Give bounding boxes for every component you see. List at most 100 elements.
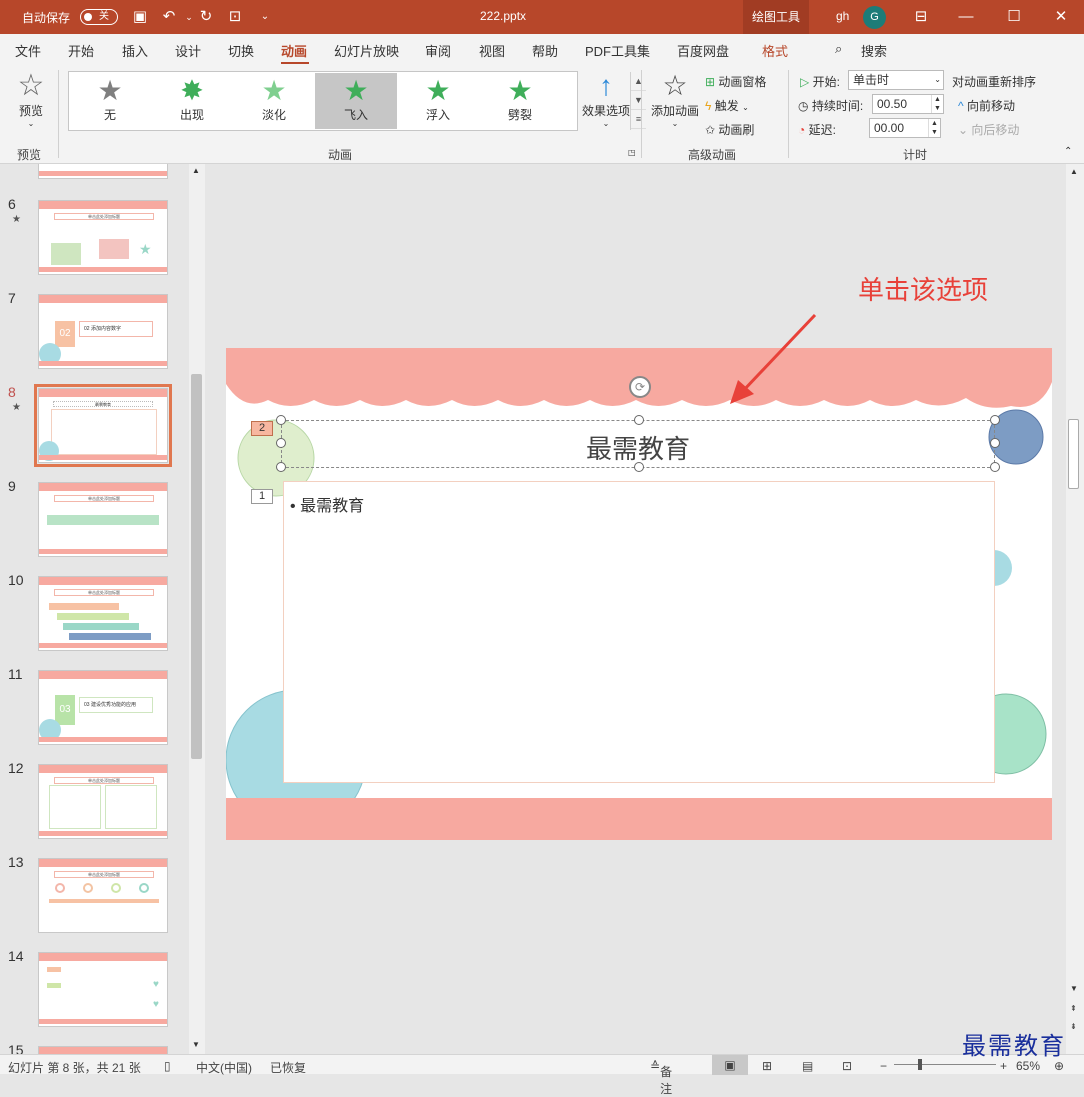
resize-handle[interactable] [990, 462, 1000, 472]
fit-to-window-icon[interactable]: ⊕ [1054, 1059, 1064, 1073]
tab-baidu-netdisk[interactable]: 百度网盘 [677, 41, 729, 60]
thumbnail-slide-14[interactable]: ♥ ♥ [38, 952, 168, 1027]
resize-handle[interactable] [990, 415, 1000, 425]
anim-none[interactable]: ★ 无 [69, 73, 151, 129]
scrollbar-thumb[interactable] [1068, 419, 1079, 489]
collapse-ribbon-icon[interactable]: ⌃ [1064, 146, 1072, 157]
tab-transitions[interactable]: 切换 [228, 41, 254, 60]
spinner-arrows-icon[interactable]: ▲ ▼ [931, 95, 943, 113]
preview-button[interactable]: ☆ 预览 ⌄ [12, 70, 50, 134]
tab-review[interactable]: 审阅 [425, 41, 451, 60]
language-indicator[interactable]: 中文(中国) [196, 1059, 252, 1076]
effect-options-button[interactable]: ↑ 效果选项 ⌄ [580, 70, 632, 140]
tab-file[interactable]: 文件 [15, 41, 41, 60]
normal-view-icon[interactable]: ▣ [712, 1055, 748, 1075]
anim-split[interactable]: ★ 劈裂 [479, 73, 561, 129]
tab-help[interactable]: 帮助 [532, 41, 558, 60]
add-animation-button[interactable]: ☆ 添加动画 ⌄ [648, 70, 702, 140]
thumbnail-slide-5[interactable] [38, 164, 168, 179]
animation-order-tag[interactable]: 2 [251, 421, 273, 436]
redo-icon[interactable]: ↻ [197, 8, 215, 26]
zoom-slider-thumb[interactable] [918, 1059, 922, 1070]
gallery-down-icon[interactable]: ▼ [631, 91, 646, 110]
tab-design[interactable]: 设计 [175, 41, 201, 60]
slideshow-icon[interactable]: ⊡ [842, 1059, 852, 1073]
thumbnail-slide-10[interactable]: 单击此处添加标题 [38, 576, 168, 651]
zoom-in-icon[interactable]: + [1000, 1059, 1007, 1073]
reading-view-icon[interactable]: ▤ [802, 1059, 813, 1073]
resize-handle[interactable] [634, 415, 644, 425]
delay-input[interactable]: 00.00 ▲ ▼ [869, 118, 941, 138]
animation-painter-button[interactable]: ✩ 动画刷 [705, 121, 754, 138]
animation-pane-button[interactable]: ⊞ 动画窗格 [705, 73, 766, 90]
thumbnail-slide-11[interactable]: 03 03 建设优秀功能的应用 [38, 670, 168, 745]
customize-toolbar-icon[interactable]: ⌄ [256, 8, 274, 26]
scroll-up-icon[interactable]: ▲ [1070, 167, 1078, 176]
animation-order-tag[interactable]: 1 [251, 489, 273, 504]
thumbnail-slide-13[interactable]: 单击此处添加标题 [38, 858, 168, 933]
thumbnail-slide-8[interactable]: 最需教育 [34, 384, 172, 467]
close-icon[interactable]: ✕ [1052, 8, 1070, 26]
undo-icon[interactable]: ↶ [160, 8, 178, 26]
tab-pdf-tools[interactable]: PDF工具集 [585, 41, 650, 60]
undo-dropdown-icon[interactable]: ⌄ [180, 8, 198, 26]
thumbnail-slide-12[interactable]: 单击此处添加标题 [38, 764, 168, 839]
slide-8[interactable]: • 最需教育 最需教育 ⟳ 2 1 [226, 348, 1052, 840]
resize-handle[interactable] [276, 462, 286, 472]
thumbnail-slide-9[interactable]: 单击此处添加标题 [38, 482, 168, 557]
content-box[interactable]: • 最需教育 [283, 481, 995, 783]
thumbnail-slide-7[interactable]: 02 02 添加内容数字 [38, 294, 168, 369]
search-label[interactable]: 搜索 [861, 41, 887, 60]
slide-sorter-icon[interactable]: ⊞ [762, 1059, 772, 1073]
title-box[interactable]: 最需教育 [281, 420, 995, 468]
tab-slideshow[interactable]: 幻灯片放映 [334, 41, 399, 60]
resize-handle[interactable] [276, 415, 286, 425]
thumbnail-slide-6[interactable]: 单击此处添加标题 ★ [38, 200, 168, 275]
anim-appear[interactable]: ✸ 出现 [151, 73, 233, 129]
anim-fade[interactable]: ★ 淡化 [233, 73, 315, 129]
resize-handle[interactable] [276, 438, 286, 448]
scroll-down-icon[interactable]: ▼ [192, 1040, 200, 1049]
present-icon[interactable]: ⊡ [226, 8, 244, 26]
rotate-handle-icon[interactable]: ⟳ [629, 376, 651, 398]
scroll-up-icon[interactable]: ▲ [192, 166, 200, 175]
autosave-toggle[interactable]: 关 [80, 9, 118, 25]
start-select[interactable]: 单击时 ⌄ [848, 70, 944, 90]
search-icon[interactable]: ⌕ [835, 41, 842, 57]
scrollbar-thumb[interactable] [191, 374, 202, 759]
tab-insert[interactable]: 插入 [122, 41, 148, 60]
move-later-button[interactable]: ⌄ 向后移动 [958, 121, 1019, 138]
reorder-label: 对动画重新排序 [952, 75, 1037, 89]
gallery-more-icon[interactable]: ≡ [631, 110, 646, 129]
zoom-level[interactable]: 65% [1016, 1059, 1040, 1073]
scroll-down-icon[interactable]: ▼ [1070, 984, 1078, 993]
duration-input[interactable]: 00.50 ▲ ▼ [872, 94, 944, 114]
gallery-up-icon[interactable]: ▲ [631, 72, 646, 91]
resize-handle[interactable] [634, 462, 644, 472]
maximize-icon[interactable]: ☐ [1005, 8, 1023, 26]
anim-float-in[interactable]: ★ 浮入 [397, 73, 479, 129]
zoom-out-icon[interactable]: − [880, 1059, 887, 1073]
spinner-arrows-icon[interactable]: ▲ ▼ [928, 119, 940, 137]
thumbnail-slide-15[interactable] [38, 1046, 168, 1054]
ribbon-display-icon[interactable]: ⊟ [912, 8, 930, 26]
save-icon[interactable]: ▣ [131, 8, 149, 26]
tab-animations[interactable]: 动画 [281, 41, 307, 60]
move-earlier-button[interactable]: ^ 向前移动 [958, 97, 1015, 114]
anim-fly-in[interactable]: ★ 飞入 [315, 73, 397, 129]
zoom-slider[interactable] [894, 1064, 996, 1065]
trigger-button[interactable]: ϟ 触发 ⌄ [705, 97, 749, 114]
canvas-scrollbar[interactable]: ▲ ▼ ⇞ ⇟ [1066, 164, 1084, 1054]
tab-view[interactable]: 视图 [479, 41, 505, 60]
minimize-icon[interactable]: — [957, 8, 975, 26]
dialog-launcher-icon[interactable]: ◳ [628, 148, 636, 157]
resize-handle[interactable] [990, 438, 1000, 448]
tab-home[interactable]: 开始 [68, 41, 94, 60]
accessibility-icon[interactable]: ▯ [164, 1059, 171, 1073]
thumbnail-scrollbar[interactable]: ▲ ▼ [189, 164, 205, 1054]
avatar[interactable]: G [863, 6, 886, 29]
next-slide-icon[interactable]: ⇟ [1070, 1022, 1077, 1031]
tab-format[interactable]: 格式 [762, 41, 788, 60]
notes-button[interactable]: ≙ 备注 [650, 1059, 672, 1096]
prev-slide-icon[interactable]: ⇞ [1070, 1004, 1077, 1013]
